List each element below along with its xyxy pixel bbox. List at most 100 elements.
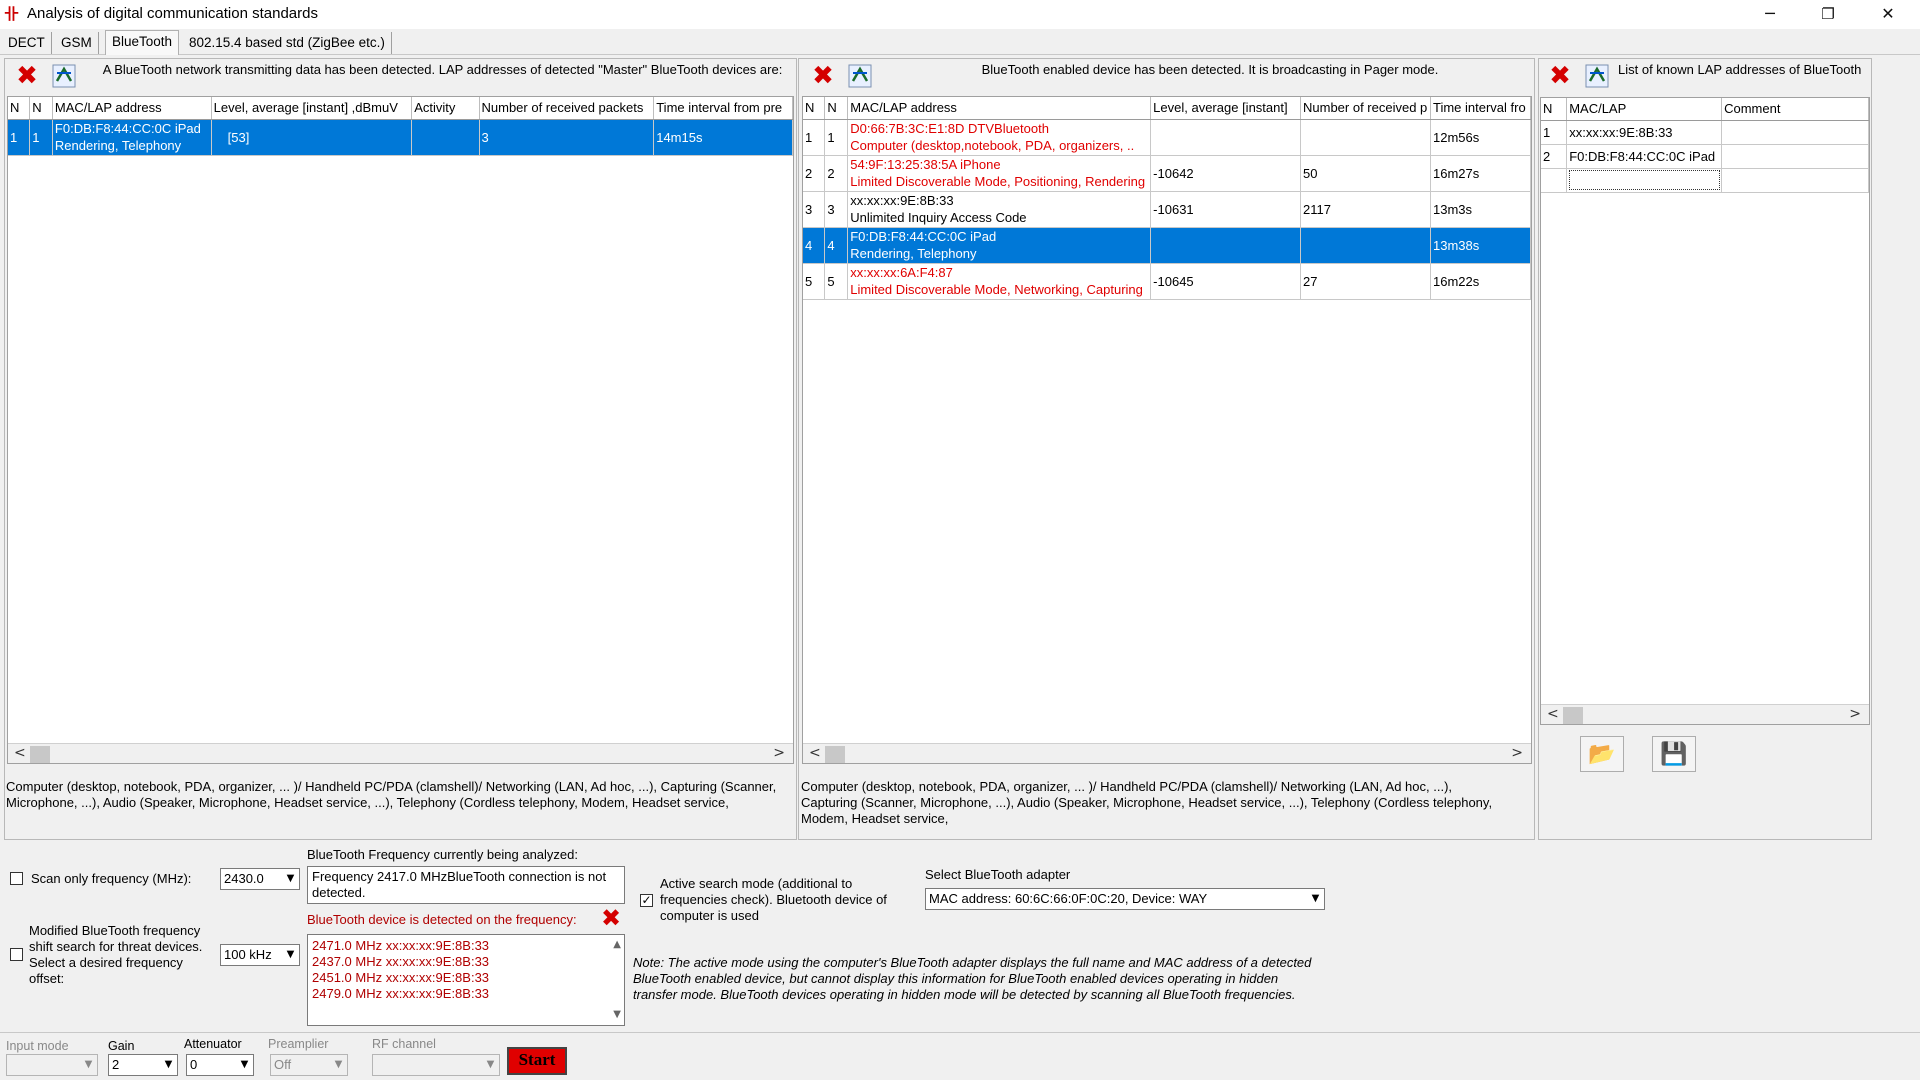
level-cell xyxy=(1150,119,1301,156)
scroll-right-icon[interactable]: > xyxy=(773,745,785,761)
column-header: Time interval fro xyxy=(1430,97,1531,120)
table-row[interactable]: 1 1 D0:66:7B:3C:E1:8D DTVBluetooth Computer… xyxy=(803,119,1531,156)
level-cell: [53] xyxy=(211,119,413,156)
master-table-hscrollbar[interactable]: < > xyxy=(8,743,793,763)
scan-icon xyxy=(848,64,872,88)
tab-zigbee[interactable]: 802.15.4 based std (ZigBee etc.) xyxy=(183,32,392,54)
scroll-left-icon[interactable]: < xyxy=(809,745,821,761)
gain-label: Gain xyxy=(108,1039,135,1053)
scan-only-label: Scan only frequency (MHz): xyxy=(31,871,192,886)
mac-cell: F0:DB:F8:44:CC:0C iPad Rendering, Telepho… xyxy=(847,227,1152,264)
close-button[interactable]: ✕ xyxy=(1860,0,1916,29)
tab-dect[interactable]: DECT xyxy=(2,32,52,54)
scroll-thumb[interactable] xyxy=(825,746,845,763)
table-row[interactable]: 2 F0:DB:F8:44:CC:0C iPad xyxy=(1541,144,1869,169)
clear-icon: ✖ xyxy=(812,61,834,91)
scroll-left-icon[interactable]: < xyxy=(14,745,26,761)
time-cell: 16m27s xyxy=(1430,155,1531,192)
chevron-down-icon: ▼ xyxy=(286,949,295,960)
mac-cell: F0:DB:F8:44:CC:0C iPad Rendering, Telepho… xyxy=(52,119,212,156)
open-folder-icon: 📂 xyxy=(1588,741,1616,766)
scroll-thumb[interactable] xyxy=(1563,707,1583,724)
row-index: 5 xyxy=(803,263,826,300)
row-number: 2 xyxy=(824,155,849,192)
device-description: Limited Discoverable Mode, Positioning, … xyxy=(850,174,1146,189)
level-cell: -10631 xyxy=(1150,191,1301,228)
scroll-right-icon[interactable]: > xyxy=(1849,706,1861,722)
master-devices-table: N N MAC/LAP address Level, average [instant… xyxy=(7,96,794,764)
table-row[interactable]: 3 3 xx:xx:xx:9E:8B:33 Unlimited Inquiry Acc… xyxy=(803,191,1531,228)
known-table-hscrollbar[interactable]: < > xyxy=(1541,704,1869,724)
chevron-down-icon: ▼ xyxy=(334,1059,343,1070)
scan-master-button[interactable] xyxy=(50,62,78,90)
table-row[interactable]: 1 xx:xx:xx:9E:8B:33 xyxy=(1541,120,1869,145)
gain-select[interactable]: 2 ▼ xyxy=(108,1054,178,1076)
minimize-button[interactable]: ─ xyxy=(1742,0,1798,29)
chevron-down-icon: ▼ xyxy=(84,1059,93,1070)
clear-pager-button[interactable]: ✖ xyxy=(809,62,837,90)
tab-bluetooth[interactable]: BlueTooth xyxy=(105,30,180,55)
scan-only-checkbox[interactable] xyxy=(10,872,23,885)
save-list-button[interactable]: 💾 xyxy=(1652,736,1696,772)
column-header: N xyxy=(824,97,849,120)
detected-frequency-list[interactable]: 2471.0 MHz xx:xx:xx:9E:8B:33 2437.0 MHz … xyxy=(307,934,625,1026)
row-number: 1 xyxy=(824,119,849,156)
scroll-right-icon[interactable]: > xyxy=(1511,745,1523,761)
pager-table-hscrollbar[interactable]: < > xyxy=(803,743,1531,763)
device-description: Limited Discoverable Mode, Networking, C… xyxy=(850,282,1143,297)
scan-known-button[interactable] xyxy=(1583,62,1611,90)
clear-detected-button[interactable]: ✖ xyxy=(601,905,621,931)
tab-gsm[interactable]: GSM xyxy=(55,32,99,54)
table-row[interactable]: 2 2 54:9F:13:25:38:5A iPhone Limited Discov… xyxy=(803,155,1531,192)
chevron-down-icon: ▼ xyxy=(1311,893,1320,904)
frequency-offset-select[interactable]: 100 kHz ▼ xyxy=(220,944,300,966)
adapter-select[interactable]: MAC address: 60:6C:66:0F:0C:20, Device: … xyxy=(925,888,1325,910)
row-index: 1 xyxy=(8,119,31,156)
table-row[interactable]: 5 5 xx:xx:xx:6A:F4:87 Limited Discoverable … xyxy=(803,263,1531,300)
rf-channel-select[interactable]: ▼ xyxy=(372,1054,500,1076)
scroll-left-icon[interactable]: < xyxy=(1547,706,1559,722)
new-entry-row[interactable] xyxy=(1541,168,1869,193)
preamplifier-select[interactable]: Off ▼ xyxy=(270,1054,348,1076)
scroll-thumb[interactable] xyxy=(30,746,50,763)
scroll-down-icon[interactable]: ▼ xyxy=(613,1007,621,1023)
packets-cell: 3 xyxy=(479,119,655,156)
mac-edit-cell[interactable] xyxy=(1566,168,1723,193)
modified-shift-label: Modified BlueTooth frequency shift searc… xyxy=(29,923,203,986)
active-search-checkbox[interactable]: ✓ xyxy=(640,894,653,907)
chevron-down-icon: ▼ xyxy=(164,1059,173,1070)
column-header: Number of received packets xyxy=(479,97,655,120)
tab-bar: DECT GSM BlueTooth 802.15.4 based std (Z… xyxy=(0,29,1920,55)
activity-cell xyxy=(411,119,480,156)
device-mac: F0:DB:F8:44:CC:0C iPad xyxy=(850,229,997,244)
pager-panel-header: BlueTooth enabled device has been detect… xyxy=(981,62,1439,77)
input-mode-select[interactable]: ▼ xyxy=(6,1054,98,1076)
load-list-button[interactable]: 📂 xyxy=(1580,736,1624,772)
column-header: Activity xyxy=(411,97,480,120)
column-header: MAC/LAP address xyxy=(52,97,212,120)
known-panel-header: List of known LAP addresses of BlueTooth xyxy=(1618,62,1862,77)
column-header: N xyxy=(803,97,826,120)
modified-shift-checkbox[interactable] xyxy=(10,948,23,961)
packets-cell: 50 xyxy=(1300,155,1431,192)
clear-master-button[interactable]: ✖ xyxy=(13,62,41,90)
start-button[interactable]: Start xyxy=(507,1047,567,1075)
scan-frequency-select[interactable]: 2430.0 ▼ xyxy=(220,868,300,890)
row-index xyxy=(1541,168,1568,193)
chevron-down-icon: ▼ xyxy=(286,873,295,884)
scroll-up-icon[interactable]: ▲ xyxy=(613,937,621,953)
restore-button[interactable]: ❐ xyxy=(1800,0,1856,29)
clear-known-button[interactable]: ✖ xyxy=(1546,62,1574,90)
table-row[interactable]: 1 1 F0:DB:F8:44:CC:0C iPad Rendering, Telep… xyxy=(8,119,793,156)
column-header: MAC/LAP address xyxy=(847,97,1152,120)
table-row[interactable]: 4 4 F0:DB:F8:44:CC:0C iPad Rendering, Telep… xyxy=(803,227,1531,264)
packets-cell: 27 xyxy=(1300,263,1431,300)
scan-pager-button[interactable] xyxy=(846,62,874,90)
row-index: 1 xyxy=(803,119,826,156)
comment-cell xyxy=(1721,144,1869,169)
comment-cell xyxy=(1721,120,1869,145)
attenuator-select[interactable]: 0 ▼ xyxy=(186,1054,254,1076)
time-cell: 13m3s xyxy=(1430,191,1531,228)
comment-cell[interactable] xyxy=(1721,168,1869,193)
mac-cell: xx:xx:xx:9E:8B:33 Unlimited Inquiry Acces… xyxy=(847,191,1152,228)
